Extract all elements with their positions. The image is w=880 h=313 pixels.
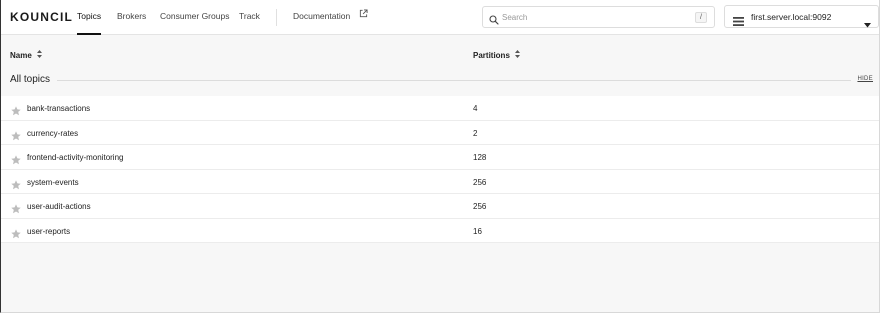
search-box: / [482,6,715,28]
column-header-name[interactable]: Name [10,49,43,60]
topic-group: All topics HIDE [1,71,879,95]
server-select[interactable]: first.server.local:9092 [724,5,879,28]
table-row[interactable]: frontend-activity-monitoring 128 [1,145,879,170]
star-icon[interactable] [11,201,21,219]
group-title: All topics [10,74,57,85]
topic-partitions: 256 [473,177,487,187]
app-logo[interactable]: KOUNCIL [10,10,73,24]
topic-name[interactable]: currency-rates [27,129,78,138]
topic-list: bank-transactions 4 currency-rates 2 fro… [1,96,879,243]
table-row[interactable]: bank-transactions 4 [1,96,879,121]
table-row[interactable]: user-audit-actions 256 [1,194,879,219]
star-icon[interactable] [11,103,21,121]
sort-icon [515,49,521,60]
nav-tab-consumer-groups[interactable]: Consumer Groups [160,0,229,35]
table-row[interactable]: system-events 256 [1,169,879,195]
caret-down-icon [864,15,871,33]
external-link-icon [359,0,368,32]
topic-name[interactable]: user-audit-actions [27,202,91,211]
sort-icon [37,49,43,60]
table-header: Name Partitions [1,36,879,71]
column-header-name-label: Name [10,51,32,60]
search-shortcut-key: / [695,12,707,23]
app-window: KOUNCIL Topics Brokers Consumer Groups T… [0,0,880,313]
documentation-label: Documentation [293,11,351,21]
column-header-partitions-label: Partitions [473,51,510,60]
star-icon[interactable] [11,152,21,170]
topic-partitions: 4 [473,104,478,113]
topic-name[interactable]: frontend-activity-monitoring [27,153,123,162]
group-divider [57,80,851,81]
topic-partitions: 2 [473,128,478,138]
topic-name[interactable]: bank-transactions [27,104,90,113]
nav-tab-track[interactable]: Track [239,0,260,35]
topic-partitions: 16 [473,226,482,236]
search-icon [489,12,499,30]
nav-divider [276,9,277,26]
nav-link-documentation[interactable]: Documentation [293,0,368,35]
topic-name[interactable]: user-reports [27,227,70,236]
search-input[interactable] [502,9,682,25]
server-list-icon [733,13,744,31]
topic-partitions: 256 [473,202,487,211]
group-hide-button[interactable]: HIDE [857,76,873,82]
star-icon[interactable] [11,226,21,244]
topic-partitions: 128 [473,153,487,162]
nav-tab-brokers[interactable]: Brokers [117,0,146,35]
table-row[interactable]: user-reports 16 [1,218,879,244]
star-icon[interactable] [11,177,21,195]
nav-tab-topics[interactable]: Topics [77,0,102,35]
server-select-value: first.server.local:9092 [751,12,832,22]
column-header-partitions[interactable]: Partitions [473,49,521,60]
table-row[interactable]: currency-rates 2 [1,120,879,146]
topic-name[interactable]: system-events [27,178,79,187]
star-icon[interactable] [11,128,21,146]
top-bar: KOUNCIL Topics Brokers Consumer Groups T… [1,0,879,35]
